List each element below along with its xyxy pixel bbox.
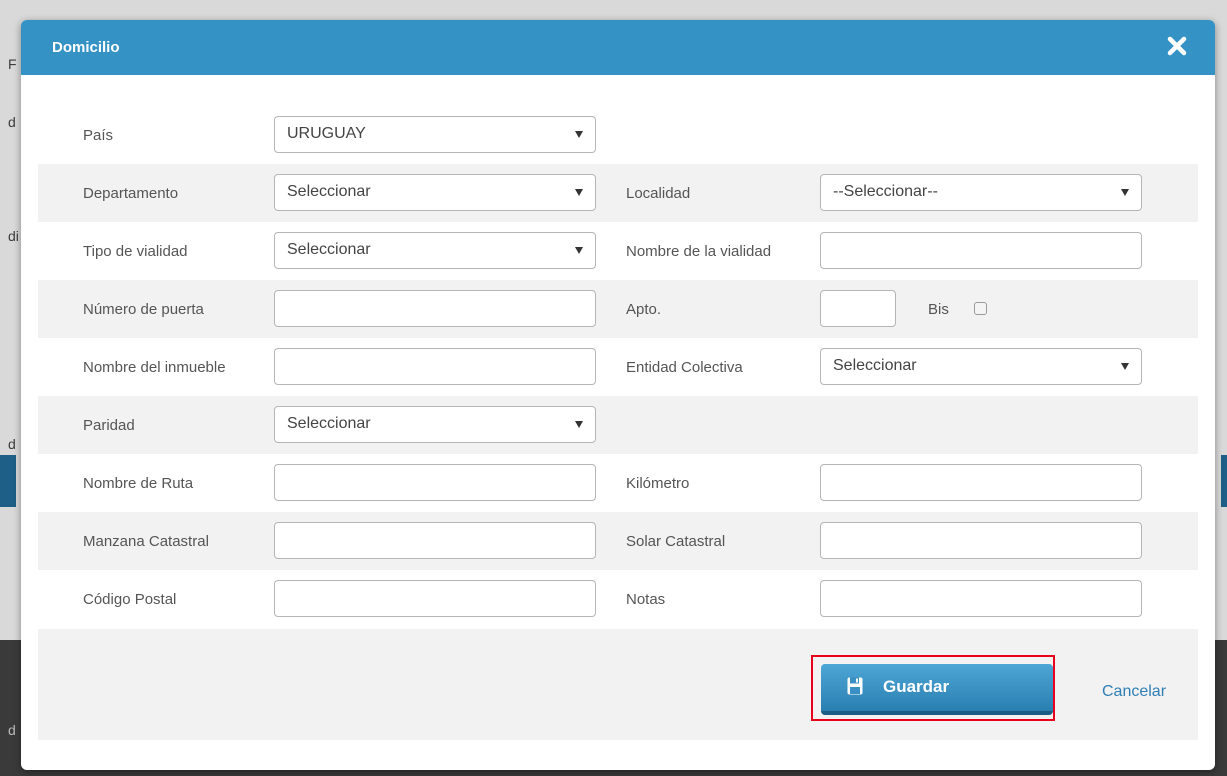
codigo-postal-label: Código Postal [83, 591, 177, 608]
departamento-value: Seleccionar [287, 183, 371, 200]
apto-label: Apto. [626, 301, 662, 318]
tipo-vialidad-select[interactable]: Seleccionar [274, 232, 596, 269]
numero-puerta-label: Número de puerta [83, 301, 204, 318]
departamento-select[interactable]: Seleccionar [274, 174, 596, 211]
background-text: di [8, 228, 19, 244]
form-row: Tipo de vialidad Seleccionar Nombre de l… [38, 222, 1198, 280]
nombre-ruta-label: Nombre de Ruta [83, 475, 194, 492]
paridad-value: Seleccionar [287, 415, 371, 432]
nombre-vialidad-label: Nombre de la vialidad [626, 243, 772, 260]
tipo-vialidad-label: Tipo de vialidad [83, 243, 188, 260]
close-icon[interactable] [1165, 34, 1189, 58]
solar-catastral-label: Solar Catastral [626, 533, 726, 550]
modal-title: Domicilio [52, 39, 120, 56]
form-row: Nombre de Ruta Kilómetro [38, 454, 1198, 512]
nombre-inmueble-input[interactable] [274, 348, 596, 385]
form-row: Nombre del inmueble Entidad Colectiva Se… [38, 338, 1198, 396]
localidad-label: Localidad [626, 185, 691, 202]
codigo-postal-input[interactable] [274, 580, 596, 617]
solar-catastral-input[interactable] [820, 522, 1142, 559]
cancel-link[interactable]: Cancelar [1102, 683, 1166, 701]
save-button-label: Guardar [883, 677, 950, 696]
form-row: Manzana Catastral Solar Catastral [38, 512, 1198, 570]
departamento-label: Departamento [83, 185, 179, 202]
notas-input[interactable] [820, 580, 1142, 617]
kilometro-label: Kilómetro [626, 475, 690, 492]
pais-value: URUGUAY [287, 125, 366, 142]
localidad-value: --Seleccionar-- [833, 183, 938, 200]
bis-label: Bis [928, 301, 949, 318]
chevron-down-icon [575, 421, 583, 428]
chevron-down-icon [1121, 189, 1129, 196]
form-row: Departamento Seleccionar Localidad --Sel… [38, 164, 1198, 222]
bis-checkbox[interactable] [974, 302, 987, 315]
floppy-disk-icon [847, 677, 863, 700]
save-button[interactable]: Guardar [821, 664, 1053, 715]
form-row: Paridad Seleccionar [38, 396, 1198, 454]
tipo-vialidad-value: Seleccionar [287, 241, 371, 258]
chevron-down-icon [1121, 363, 1129, 370]
chevron-down-icon [575, 131, 583, 138]
address-form: País URUGUAY Departamento Seleccionar Lo… [38, 106, 1198, 628]
chevron-down-icon [575, 247, 583, 254]
localidad-select[interactable]: --Seleccionar-- [820, 174, 1142, 211]
background-text: d [8, 722, 16, 738]
background-text: d [8, 436, 16, 452]
entidad-colectiva-value: Seleccionar [833, 357, 917, 374]
paridad-label: Paridad [83, 417, 135, 434]
pais-label: País [83, 127, 114, 144]
modal-header: Domicilio [21, 20, 1215, 75]
entidad-colectiva-label: Entidad Colectiva [626, 359, 743, 376]
pais-select[interactable]: URUGUAY [274, 116, 596, 153]
entidad-colectiva-select[interactable]: Seleccionar [820, 348, 1142, 385]
apto-input[interactable] [820, 290, 896, 327]
form-row: País URUGUAY [38, 106, 1198, 164]
background-bar-left [0, 455, 16, 507]
chevron-down-icon [575, 189, 583, 196]
modal-footer: Guardar Cancelar [38, 629, 1198, 740]
form-row: Código Postal Notas [38, 570, 1198, 628]
background-text: d [8, 114, 16, 130]
numero-puerta-input[interactable] [274, 290, 596, 327]
background-text: F [8, 56, 17, 72]
domicilio-modal: Domicilio País URUGUAY Departamento Sele… [21, 20, 1215, 770]
manzana-catastral-label: Manzana Catastral [83, 533, 209, 550]
nombre-ruta-input[interactable] [274, 464, 596, 501]
nombre-inmueble-label: Nombre del inmueble [83, 359, 226, 376]
notas-label: Notas [626, 591, 666, 608]
manzana-catastral-input[interactable] [274, 522, 596, 559]
background-bar-right [1221, 455, 1227, 507]
form-row: Número de puerta Apto. Bis [38, 280, 1198, 338]
kilometro-input[interactable] [820, 464, 1142, 501]
paridad-select[interactable]: Seleccionar [274, 406, 596, 443]
nombre-vialidad-input[interactable] [820, 232, 1142, 269]
